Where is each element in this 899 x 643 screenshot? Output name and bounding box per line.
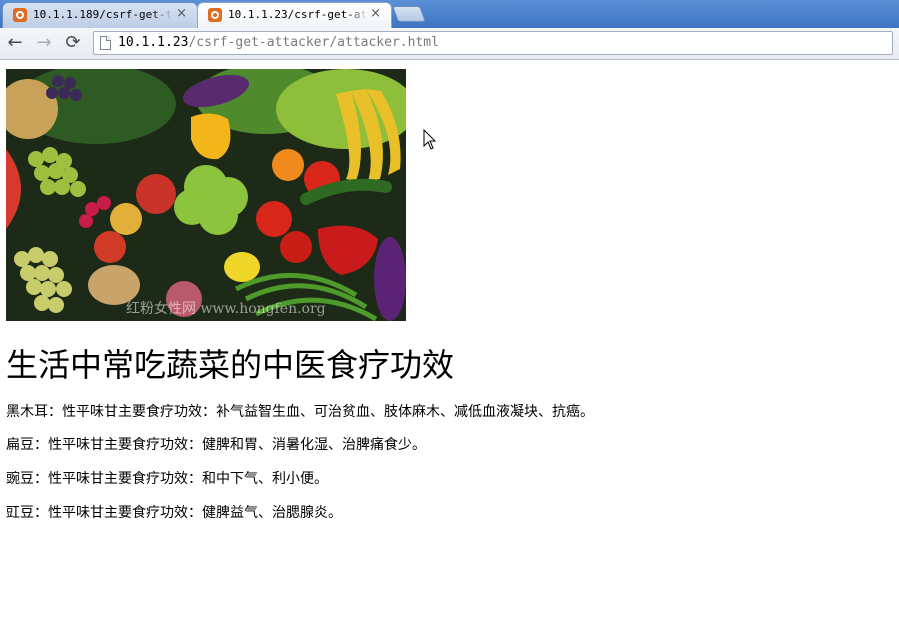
- image-watermark: 红粉女性网 www.hongfen.org: [126, 300, 326, 317]
- mouse-pointer-icon: [423, 129, 437, 150]
- address-bar[interactable]: 10.1.1.23/csrf-get-attacker/attacker.htm…: [93, 31, 893, 55]
- forward-button[interactable]: →: [33, 32, 55, 54]
- tab-csrf-get-target[interactable]: 10.1.1.189/csrf-get-target ×: [2, 2, 198, 28]
- paragraph-hyacinth-bean: 扁豆：性平味甘主要食疗功效：健脾和胃、消暑化湿、治脾痛食少。: [6, 437, 426, 453]
- html5-favicon-icon: [13, 8, 27, 22]
- html5-favicon-icon: [208, 8, 222, 22]
- toolbar: ← → ⟳ 10.1.1.23/csrf-get-attacker/attack…: [0, 28, 899, 60]
- page-headline: 生活中常吃蔬菜的中医食疗功效: [6, 346, 455, 384]
- reload-button[interactable]: ⟳: [62, 32, 84, 54]
- close-tab-icon[interactable]: ×: [370, 7, 381, 21]
- vegetables-image: 红粉女性网 www.hongfen.org: [6, 69, 406, 321]
- vegetables-illustration: 红粉女性网 www.hongfen.org: [6, 69, 406, 321]
- close-tab-icon[interactable]: ×: [176, 7, 187, 21]
- paragraph-cowpea: 豇豆：性平味甘主要食疗功效：健脾益气、治腮腺炎。: [6, 505, 342, 521]
- page-icon: [100, 36, 111, 50]
- tab-csrf-get-attacker[interactable]: 10.1.1.23/csrf-get-attacker/attacker.htm…: [197, 2, 392, 28]
- url-host: 10.1.1.23: [118, 35, 189, 50]
- url-path: /csrf-get-attacker/attacker.html: [188, 35, 439, 50]
- tab-strip: 10.1.1.189/csrf-get-target × 10.1.1.23/c…: [0, 0, 899, 28]
- paragraph-pea: 豌豆：性平味甘主要食疗功效：和中下气、利小便。: [6, 471, 328, 487]
- page-content: 红粉女性网 www.hongfen.org 生活中常吃蔬菜的中医食疗功效 黑木耳…: [0, 60, 899, 643]
- back-button[interactable]: ←: [4, 32, 26, 54]
- tab-title: 10.1.1.23/csrf-get-attacker/attacker.htm…: [228, 8, 368, 21]
- tab-title: 10.1.1.189/csrf-get-target: [33, 8, 173, 21]
- paragraph-black-fungus: 黑木耳：性平味甘主要食疗功效：补气益智生血、可治贫血、肢体麻木、减低血液凝块、抗…: [6, 404, 594, 420]
- url-text[interactable]: 10.1.1.23/csrf-get-attacker/attacker.htm…: [118, 35, 439, 50]
- new-tab-button[interactable]: [392, 6, 426, 22]
